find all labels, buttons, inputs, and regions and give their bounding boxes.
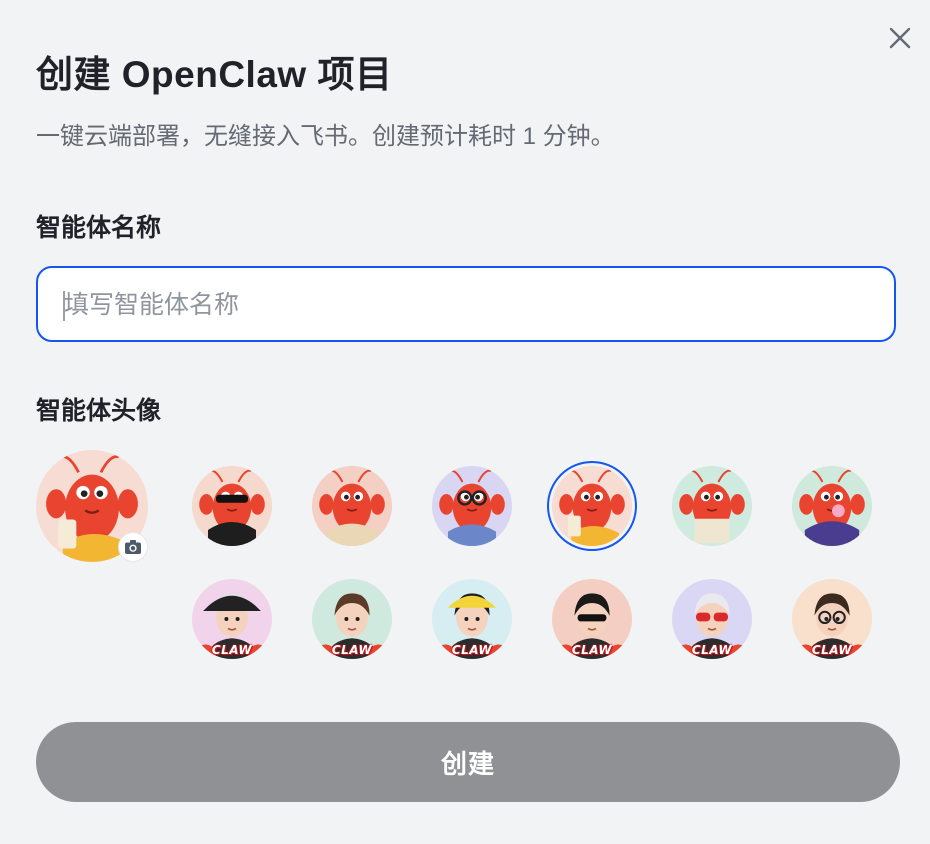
dialog-title: 创建 OpenClaw 项目 [36, 54, 393, 95]
agent-avatar-label: 智能体头像 [36, 397, 162, 425]
avatar-image [672, 466, 752, 546]
avatar-image [432, 466, 512, 546]
claw-badge: CLAW [331, 643, 373, 657]
close-button[interactable] [886, 24, 914, 52]
avatar-option-boy-sunglasses[interactable]: CLAW [552, 579, 632, 659]
claw-badge: CLAW [811, 643, 853, 657]
avatar-image [792, 466, 872, 546]
agent-name-field[interactable] [36, 266, 896, 342]
avatar-option-lobster-newspaper[interactable] [672, 466, 752, 546]
create-project-dialog: 创建 OpenClaw 项目 一键云端部署，无缝接入飞书。创建预计耗时 1 分钟… [0, 0, 930, 844]
current-avatar[interactable] [36, 450, 148, 562]
avatar-image [552, 466, 632, 546]
claw-badge: CLAW [451, 643, 493, 657]
text-cursor [63, 291, 65, 321]
avatar-option-lobster-hoodie-bubblegum[interactable] [792, 466, 872, 546]
claw-badge: CLAW [571, 643, 613, 657]
avatar-option-girl-yellow-hat[interactable]: CLAW [432, 579, 512, 659]
close-icon [889, 27, 911, 49]
avatar-option-girl-bucket-hat[interactable]: CLAW [192, 579, 272, 659]
dialog-subtitle: 一键云端部署，无缝接入飞书。创建预计耗时 1 分钟。 [36, 123, 615, 150]
agent-name-input[interactable] [62, 268, 886, 342]
create-button[interactable]: 创建 [36, 722, 900, 802]
avatar-option-lobster-sunglasses[interactable] [192, 466, 272, 546]
avatar-option-boy-brown-hair[interactable]: CLAW [312, 579, 392, 659]
claw-badge: CLAW [211, 643, 253, 657]
avatar-option-lobster-sweater[interactable] [312, 466, 392, 546]
avatar-option-girl-red-glasses[interactable]: CLAW [672, 579, 752, 659]
avatar-image [312, 466, 392, 546]
agent-name-label: 智能体名称 [36, 214, 162, 242]
avatar-option-boy-round-glasses[interactable]: CLAW [792, 579, 872, 659]
camera-icon [125, 540, 141, 554]
avatar-option-lobster-glasses-laptop[interactable] [432, 466, 512, 546]
avatar-image [192, 466, 272, 546]
upload-avatar-button[interactable] [118, 532, 148, 562]
avatar-option-lobster-milk-tea[interactable] [547, 461, 637, 551]
claw-badge: CLAW [691, 643, 733, 657]
